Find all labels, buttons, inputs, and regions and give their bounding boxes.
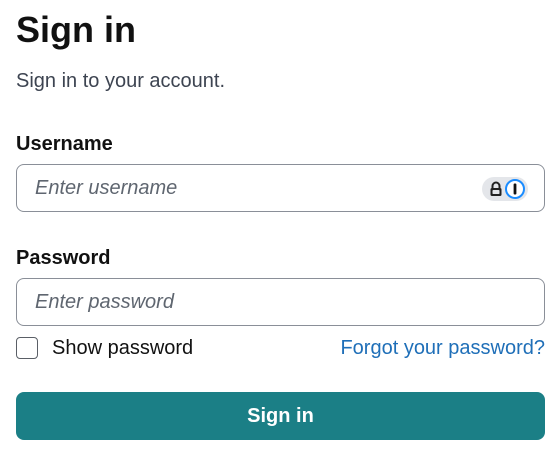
page-title: Sign in [16,9,136,50]
password-manager-button[interactable] [482,177,528,201]
username-input[interactable] [17,165,544,211]
username-field[interactable] [16,164,545,212]
sign-in-button[interactable]: Sign in [16,392,545,440]
password-label: Password [16,247,111,269]
show-password-toggle[interactable]: Show password [16,336,193,360]
password-field[interactable] [16,278,545,326]
page-subtitle: Sign in to your account. [16,70,226,92]
show-password-label[interactable]: Show password [52,336,193,360]
lock-icon [489,181,503,197]
show-password-checkbox[interactable] [16,337,38,359]
onepassword-icon [505,179,525,199]
username-label: Username [16,133,113,155]
forgot-password-link[interactable]: Forgot your password? [340,335,545,361]
password-input[interactable] [17,279,544,325]
sign-in-page: Sign in Sign in to your account. Usernam… [0,0,556,454]
